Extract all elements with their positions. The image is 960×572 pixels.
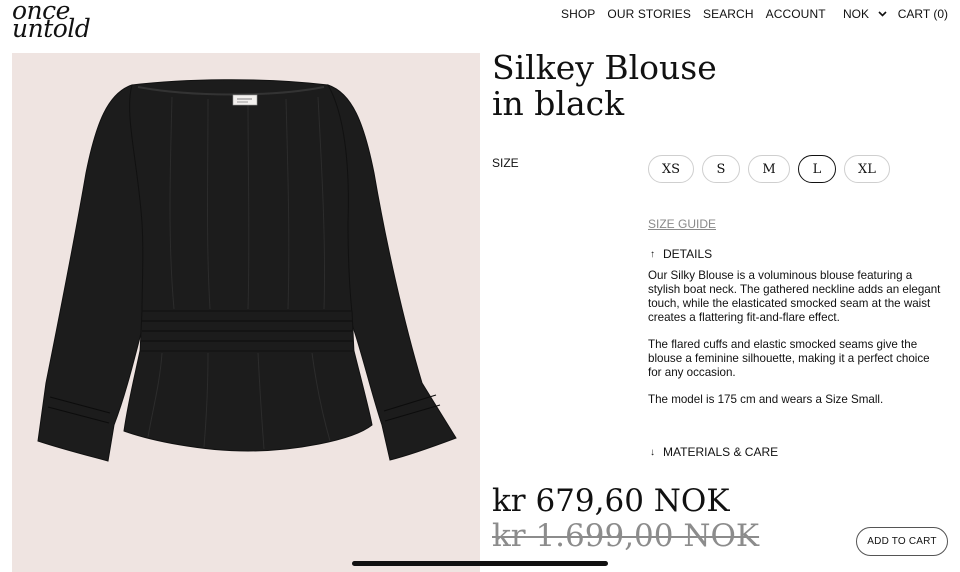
product-description: Our Silky Blouse is a voluminous blouse … xyxy=(648,269,946,420)
size-selector: XS S M L XL xyxy=(648,155,890,183)
size-option-xs[interactable]: XS xyxy=(648,155,694,183)
price-current: kr 679,60 NOK xyxy=(492,483,730,519)
main-nav: SHOP OUR STORIES SEARCH ACCOUNT xyxy=(561,7,826,21)
product-title: Silkey Blouse in black xyxy=(492,50,717,122)
nav-search[interactable]: SEARCH xyxy=(703,7,754,21)
description-paragraph: Our Silky Blouse is a voluminous blouse … xyxy=(648,269,941,324)
materials-care-label: MATERIALS & CARE xyxy=(663,445,779,459)
cart-link[interactable]: CART (0) xyxy=(898,7,948,21)
description-paragraph: The model is 175 cm and wears a Size Sma… xyxy=(648,393,884,406)
size-option-xl[interactable]: XL xyxy=(844,155,890,183)
arrow-down-icon: ↓ xyxy=(650,446,655,458)
home-indicator[interactable] xyxy=(352,561,608,566)
price-original: kr 1.699,00 NOK xyxy=(492,518,760,554)
product-image xyxy=(12,53,480,572)
size-guide-link[interactable]: SIZE GUIDE xyxy=(648,217,716,231)
size-option-l[interactable]: L xyxy=(798,155,836,183)
description-paragraph: The flared cuffs and elastic smocked sea… xyxy=(648,338,930,379)
brand-logo[interactable]: once untold xyxy=(12,0,112,43)
materials-care-toggle[interactable]: ↓ MATERIALS & CARE xyxy=(648,445,778,459)
currency-label: NOK xyxy=(843,7,870,21)
product-title-line-1: Silkey Blouse xyxy=(492,48,717,87)
details-toggle[interactable]: ↑ DETAILS xyxy=(648,247,712,261)
nav-shop[interactable]: SHOP xyxy=(561,7,595,21)
details-label: DETAILS xyxy=(663,247,713,261)
chevron-down-icon xyxy=(878,11,887,17)
nav-account[interactable]: ACCOUNT xyxy=(766,7,826,21)
size-option-s[interactable]: S xyxy=(702,155,740,183)
blouse-image xyxy=(37,79,457,462)
nav-our-stories[interactable]: OUR STORIES xyxy=(607,7,691,21)
size-option-m[interactable]: M xyxy=(748,155,790,183)
product-title-line-2: in black xyxy=(492,84,625,123)
add-to-cart-button[interactable]: ADD TO CART xyxy=(856,527,948,556)
currency-selector[interactable]: NOK xyxy=(843,7,887,21)
logo-line-2: untold xyxy=(12,14,91,43)
size-label: SIZE xyxy=(492,156,519,170)
arrow-up-icon: ↑ xyxy=(650,248,655,260)
